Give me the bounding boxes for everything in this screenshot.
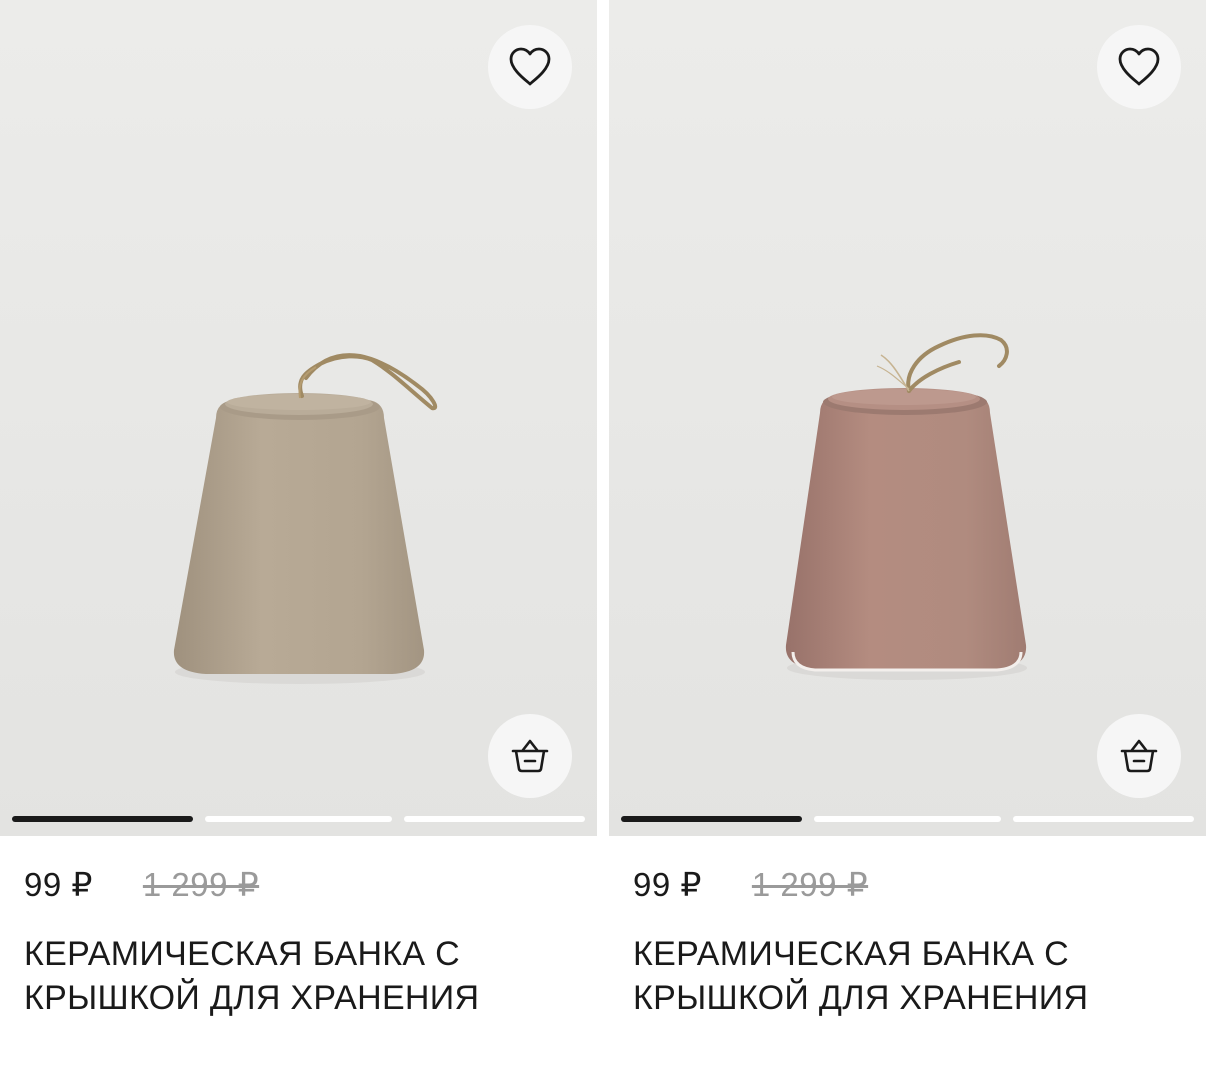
gallery-indicator-2[interactable] bbox=[205, 816, 392, 822]
product-card[interactable]: 99 ₽ 1 299 ₽ КЕРАМИЧЕСКАЯ БАНКА С КРЫШКО… bbox=[609, 0, 1206, 1066]
favorite-button[interactable] bbox=[1097, 25, 1181, 109]
product-title[interactable]: КЕРАМИЧЕСКАЯ БАНКА С КРЫШКОЙ ДЛЯ ХРАНЕНИ… bbox=[24, 932, 584, 1020]
heart-icon bbox=[1118, 47, 1160, 86]
product-title-line: КРЫШКОЙ ДЛЯ ХРАНЕНИЯ bbox=[633, 979, 1089, 1017]
gallery-indicator-3[interactable] bbox=[1013, 816, 1194, 822]
old-price: 1 299 ₽ bbox=[751, 865, 869, 903]
product-photo[interactable] bbox=[609, 0, 1206, 836]
old-price: 1 299 ₽ bbox=[142, 865, 260, 903]
add-to-cart-button[interactable] bbox=[1097, 714, 1181, 798]
gallery-indicator-1[interactable] bbox=[621, 816, 802, 822]
current-price: 99 ₽ bbox=[24, 865, 93, 903]
favorite-button[interactable] bbox=[488, 25, 572, 109]
gallery-indicator-2[interactable] bbox=[814, 816, 1001, 822]
product-title-line: КРЫШКОЙ ДЛЯ ХРАНЕНИЯ bbox=[24, 979, 480, 1017]
gallery-indicator-3[interactable] bbox=[404, 816, 585, 822]
current-price: 99 ₽ bbox=[633, 865, 702, 903]
product-title[interactable]: КЕРАМИЧЕСКАЯ БАНКА С КРЫШКОЙ ДЛЯ ХРАНЕНИ… bbox=[633, 932, 1193, 1020]
product-photo[interactable] bbox=[0, 0, 597, 836]
product-title-line: КЕРАМИЧЕСКАЯ БАНКА С bbox=[633, 935, 1069, 973]
price-row: 99 ₽ 1 299 ₽ bbox=[633, 862, 868, 906]
basket-icon bbox=[1120, 739, 1158, 773]
heart-icon bbox=[509, 47, 551, 86]
basket-icon bbox=[511, 739, 549, 773]
gallery-indicator-1[interactable] bbox=[12, 816, 193, 822]
add-to-cart-button[interactable] bbox=[488, 714, 572, 798]
product-image bbox=[0, 0, 597, 836]
product-title-line: КЕРАМИЧЕСКАЯ БАНКА С bbox=[24, 935, 460, 973]
price-row: 99 ₽ 1 299 ₽ bbox=[24, 862, 259, 906]
product-image bbox=[609, 0, 1206, 836]
product-card[interactable]: 99 ₽ 1 299 ₽ КЕРАМИЧЕСКАЯ БАНКА С КРЫШКО… bbox=[0, 0, 597, 1066]
